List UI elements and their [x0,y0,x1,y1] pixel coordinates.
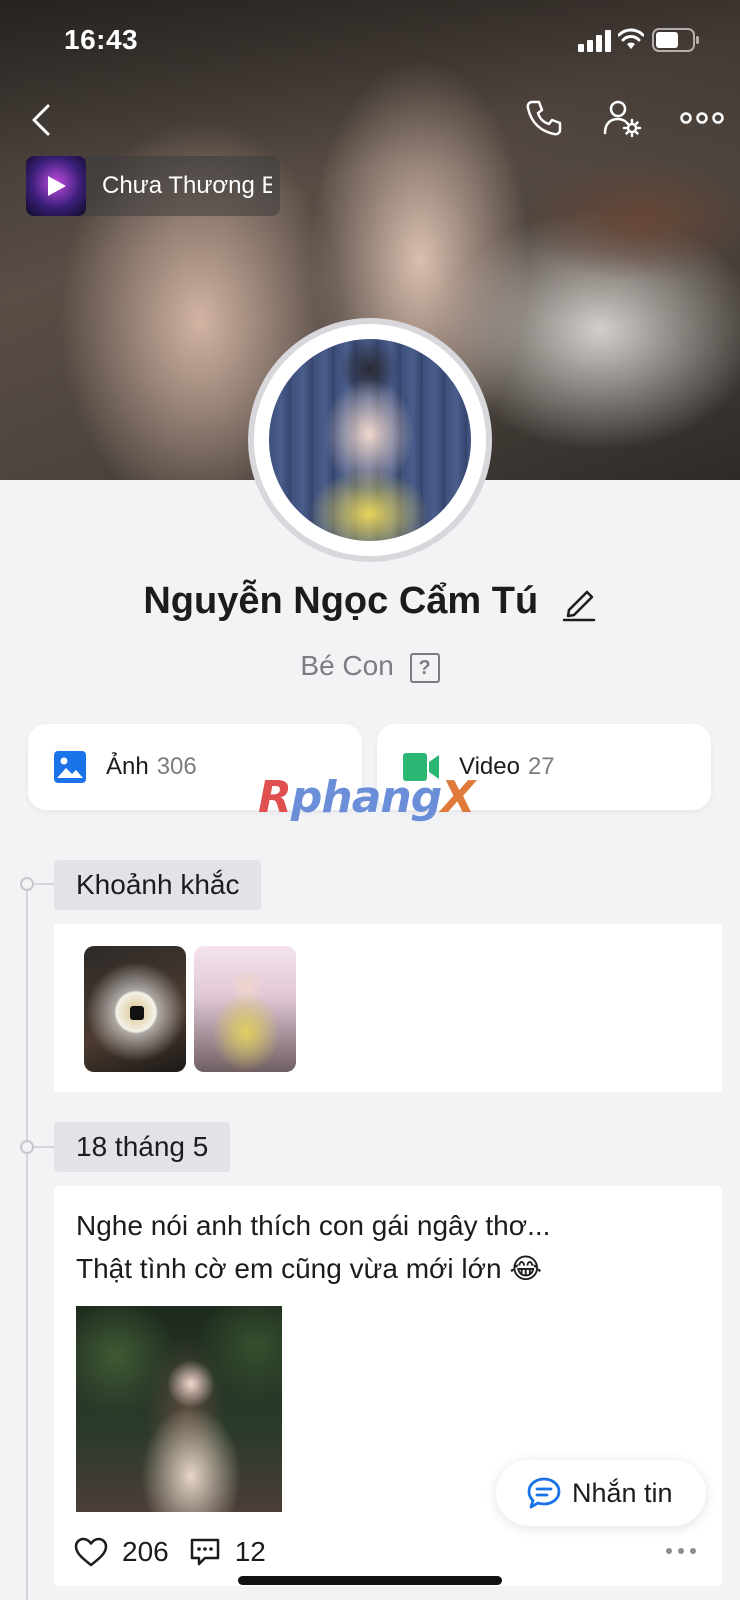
timeline-dot [20,877,34,891]
user-settings-icon[interactable] [602,98,642,138]
status-time: 16:43 [64,24,139,55]
timeline-line [26,884,28,1600]
comment-count: 12 [234,1536,266,1567]
profile-header [0,96,740,148]
home-indicator[interactable] [238,1576,502,1585]
watermark-logo: RphangX [258,772,475,823]
status-bar: 16:43 [0,0,740,80]
moment-marker [130,1006,144,1020]
profile-bio-row: Bé Con ? [0,650,740,683]
photos-count: 306 [156,753,197,780]
avatar[interactable] [269,339,471,541]
cellular-signal-icon [578,30,611,52]
post-text-line: Nghe nói anh thích con gái ngây thơ... [76,1210,551,1241]
videos-count: 27 [527,753,555,780]
play-icon [48,176,66,196]
image-icon [54,751,86,783]
timeline-tick [34,1146,54,1148]
moment-thumbnail[interactable] [194,946,296,1072]
more-icon[interactable] [680,108,724,128]
phone-icon[interactable] [524,98,564,138]
post-actions: 206 12 [74,1532,266,1572]
battery-icon [652,28,699,52]
post-text-line: Thật tình cờ em cũng vừa mới lớn 😂 [76,1253,543,1284]
profile-music-chip[interactable]: Chưa Thương E [26,156,280,216]
edit-icon[interactable] [561,582,597,622]
moment-thumbnail[interactable] [84,946,186,1072]
chat-icon [527,1477,561,1509]
profile-name-row: Nguyễn Ngọc Cẩm Tú [0,580,740,623]
music-thumbnail [26,156,86,216]
timeline-dot [20,1140,34,1154]
moments-section [54,924,722,1092]
bio-help-icon[interactable]: ? [409,652,440,683]
heart-icon[interactable] [74,1537,108,1567]
post-card: Nghe nói anh thích con gái ngây thơ... T… [54,1186,722,1586]
post-image[interactable] [76,1306,282,1512]
post-more-icon[interactable] [664,1546,698,1556]
comment-icon[interactable] [189,1537,221,1567]
photos-label: Ảnh [106,753,149,780]
profile-bio: Bé Con [300,650,394,681]
avatar-frame [248,318,492,562]
music-title: Chưa Thương E [102,172,272,199]
message-button-label: Nhắn tin [572,1477,673,1508]
post-date-label: 18 tháng 5 [54,1122,231,1172]
timeline-tick [34,883,54,885]
back-icon[interactable] [26,100,60,140]
message-button[interactable]: Nhắn tin [496,1460,706,1526]
profile-name: Nguyễn Ngọc Cẩm Tú [143,580,539,622]
like-count: 206 [122,1536,169,1567]
post-text: Nghe nói anh thích con gái ngây thơ... T… [76,1204,696,1290]
wifi-icon [618,28,644,49]
moments-label: Khoảnh khắc [54,860,262,910]
